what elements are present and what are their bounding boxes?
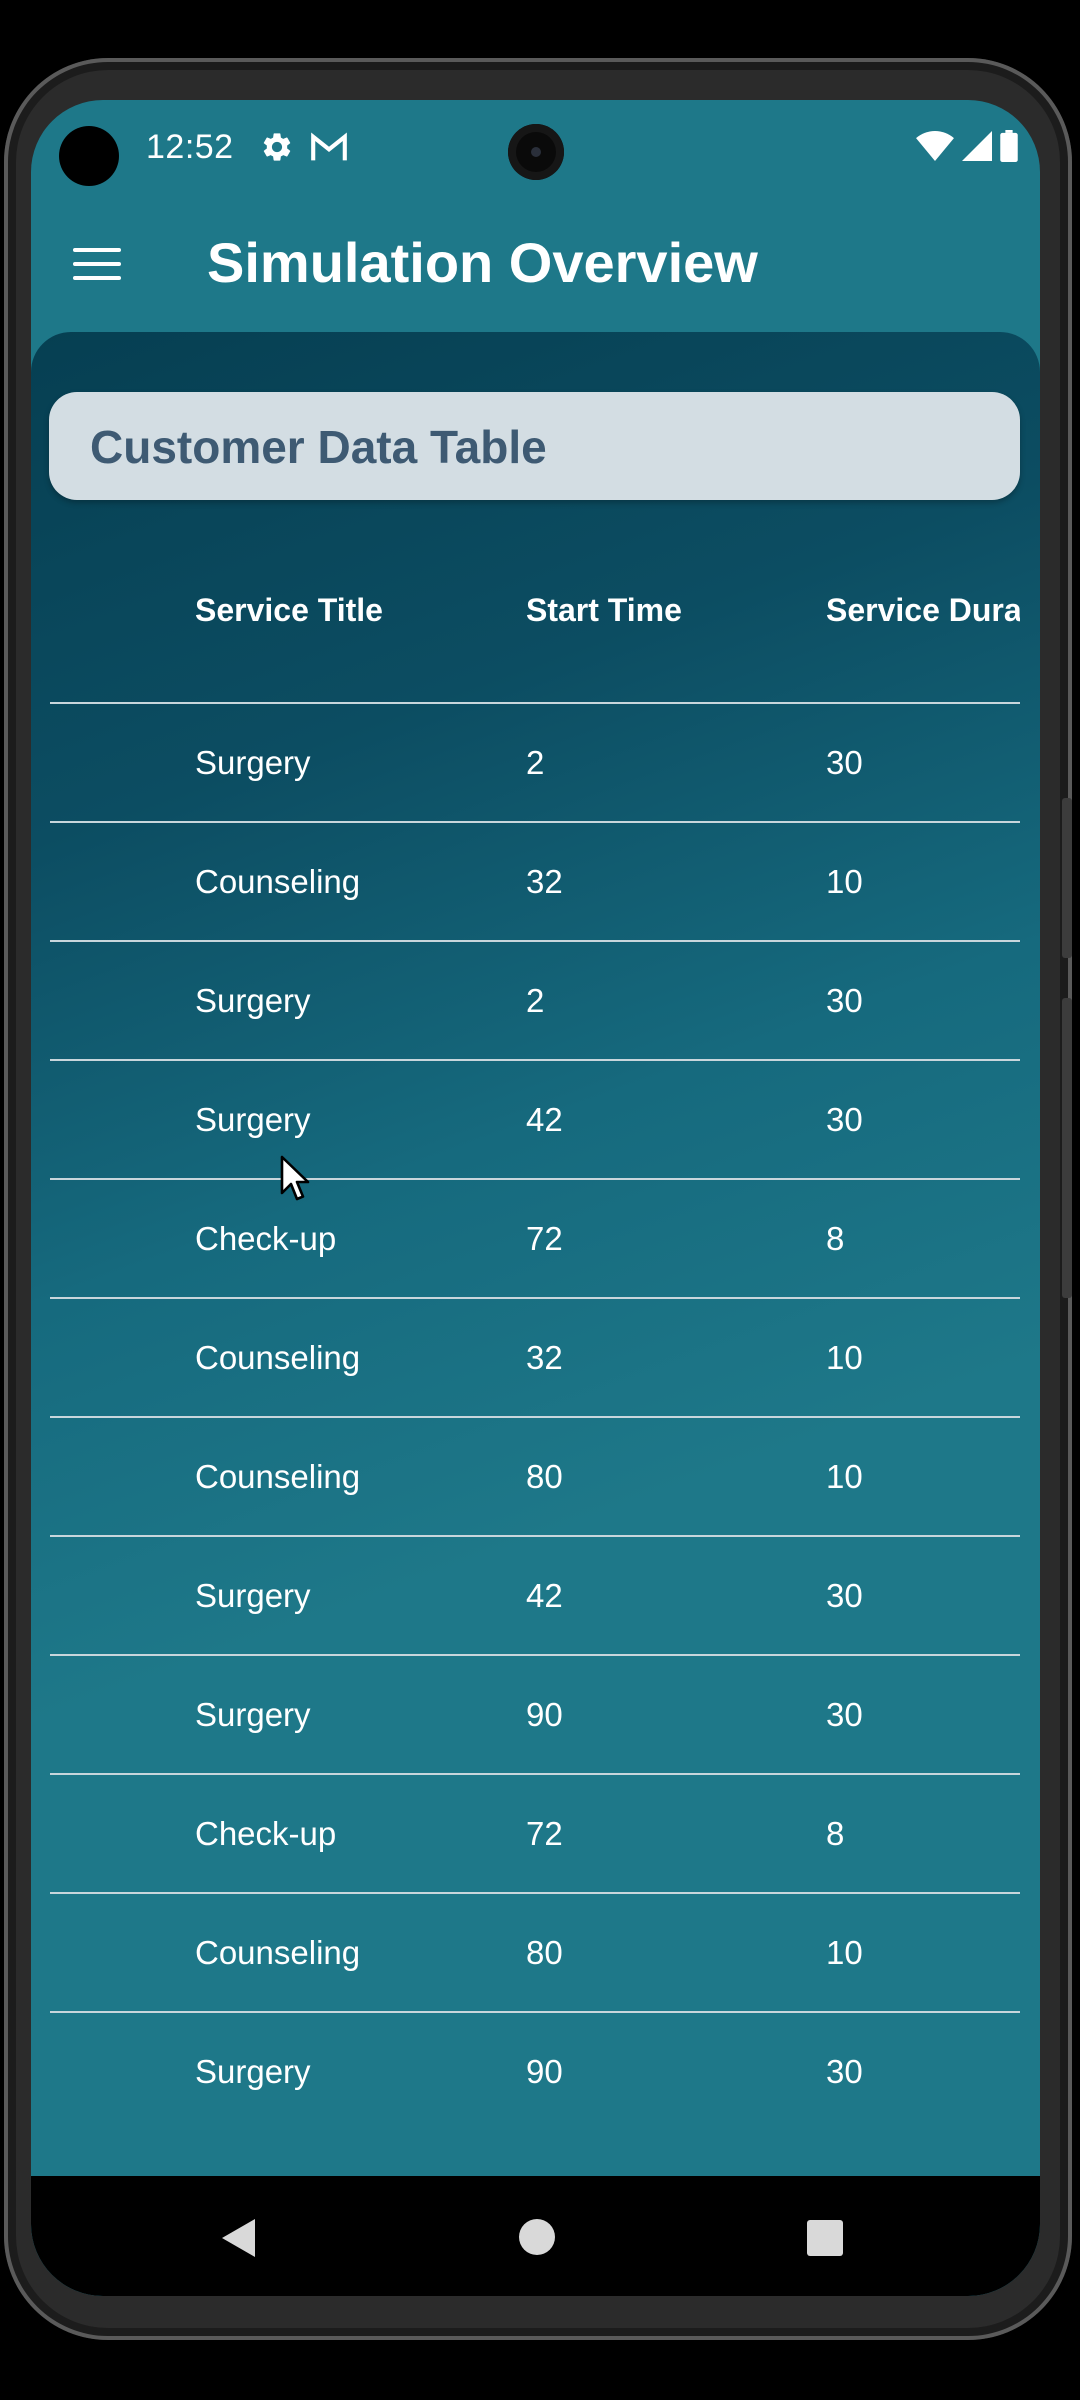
cell-service-duration: 30 xyxy=(826,2052,863,2090)
cell-service-title: Check-up xyxy=(195,1219,337,1257)
cell-service-duration: 30 xyxy=(826,981,863,1019)
cell-start-time: 2 xyxy=(526,981,545,1019)
cell-service-title: Counseling xyxy=(195,862,361,900)
home-icon[interactable] xyxy=(519,2219,555,2255)
cell-service-duration: 8 xyxy=(826,1814,845,1852)
table-row[interactable]: Surgery 90 30 xyxy=(50,1656,1020,1775)
navigation-bar xyxy=(31,2176,1040,2296)
table-row[interactable]: Surgery 42 30 xyxy=(50,1061,1020,1180)
camera-dot xyxy=(59,126,119,186)
wifi-icon xyxy=(916,131,954,161)
cell-service-title: Counseling xyxy=(195,1933,361,1971)
customer-data-table[interactable]: e Service Title Start Time Service Dura … xyxy=(50,532,1020,2212)
hamburger-menu-icon[interactable] xyxy=(73,244,121,284)
cell-start-time: 80 xyxy=(526,1457,563,1495)
table-row[interactable]: Counseling 80 10 xyxy=(50,1894,1020,2013)
cell-service-title: Counseling xyxy=(195,1338,361,1376)
settings-icon xyxy=(263,133,291,161)
cell-service-duration: 30 xyxy=(826,743,863,781)
cell-service-title: Surgery xyxy=(195,743,311,781)
mouse-pointer-icon xyxy=(280,1155,310,1201)
battery-icon xyxy=(1000,130,1018,162)
table-row[interactable]: Counseling 32 10 xyxy=(50,823,1020,942)
cell-start-time: 42 xyxy=(526,1576,563,1614)
cell-start-time: 2 xyxy=(526,743,545,781)
table-row[interactable]: Check-up 72 8 xyxy=(50,1180,1020,1299)
cell-start-time: 72 xyxy=(526,1814,563,1852)
cell-service-duration: 8 xyxy=(826,1219,845,1257)
cell-start-time: 90 xyxy=(526,1695,563,1733)
cell-start-time: 80 xyxy=(526,1933,563,1971)
table-row[interactable]: Counseling 80 10 xyxy=(50,1418,1020,1537)
cell-service-duration: 30 xyxy=(826,1576,863,1614)
front-camera xyxy=(508,124,564,180)
cell-service-title: Surgery xyxy=(195,1576,311,1614)
back-icon[interactable] xyxy=(222,2219,255,2257)
cell-service-duration: 10 xyxy=(826,1457,863,1495)
page-title: Simulation Overview xyxy=(207,231,758,294)
table-title: Customer Data Table xyxy=(90,421,547,473)
cell-service-title: Surgery xyxy=(195,2052,311,2090)
table-row[interactable]: Counseling 32 10 xyxy=(50,1299,1020,1418)
app-bar: Simulation Overview xyxy=(31,200,1040,330)
cell-service-duration: 30 xyxy=(826,1100,863,1138)
recents-icon[interactable] xyxy=(807,2220,843,2256)
cell-start-time: 90 xyxy=(526,2052,563,2090)
signal-icon xyxy=(962,131,992,161)
cell-service-duration: 10 xyxy=(826,862,863,900)
table-row[interactable]: Surgery 2 30 xyxy=(50,942,1020,1061)
gmail-icon xyxy=(311,132,347,161)
cell-service-duration: 30 xyxy=(826,1695,863,1733)
status-icons xyxy=(916,130,1018,162)
cell-service-title: Surgery xyxy=(195,981,311,1019)
cell-start-time: 42 xyxy=(526,1100,563,1138)
status-time: 12:52 xyxy=(146,128,234,166)
cell-service-duration: 10 xyxy=(826,1933,863,1971)
table-row[interactable]: Check-up 72 8 xyxy=(50,1775,1020,1894)
content-panel: Customer Data Table e Service Title Star… xyxy=(31,332,1040,2296)
column-header-service-title[interactable]: Service Title xyxy=(195,532,383,702)
status-bar: 12:52 xyxy=(31,100,1040,200)
table-title-card: Customer Data Table xyxy=(49,392,1020,500)
table-header-row: e Service Title Start Time Service Dura xyxy=(50,532,1020,704)
cell-start-time: 32 xyxy=(526,862,563,900)
cell-service-title: Surgery xyxy=(195,1695,311,1733)
volume-button xyxy=(1062,998,1072,1298)
screen: 12:52 Simulation Overview Customer Data … xyxy=(31,100,1040,2296)
cell-service-duration: 10 xyxy=(826,1338,863,1376)
cell-start-time: 32 xyxy=(526,1338,563,1376)
table-row[interactable]: Surgery 2 30 xyxy=(50,704,1020,823)
table-row[interactable]: Surgery 90 30 xyxy=(50,2013,1020,2130)
cell-start-time: 72 xyxy=(526,1219,563,1257)
cell-service-title: Counseling xyxy=(195,1457,361,1495)
power-button xyxy=(1062,798,1072,958)
table-row[interactable]: Surgery 42 30 xyxy=(50,1537,1020,1656)
column-header-service-duration[interactable]: Service Dura xyxy=(826,532,1020,702)
cell-service-title: Check-up xyxy=(195,1814,337,1852)
column-header-start-time[interactable]: Start Time xyxy=(526,532,682,702)
